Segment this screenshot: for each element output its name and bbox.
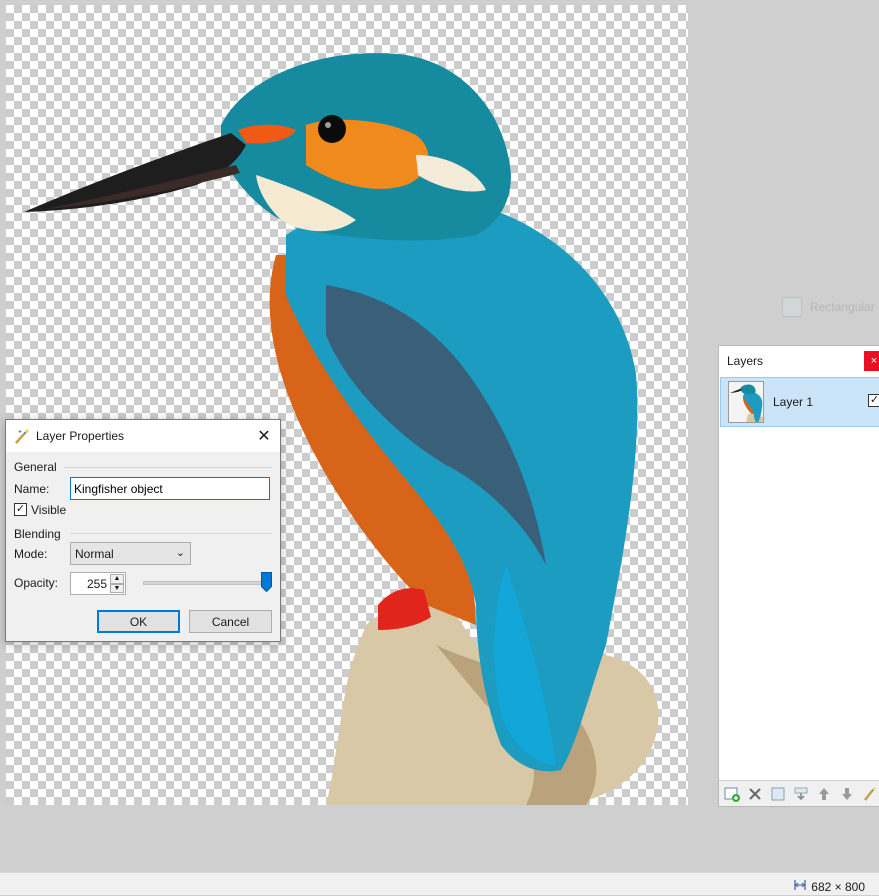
ok-button-label: OK bbox=[129, 614, 148, 629]
merge-layer-down-icon[interactable] bbox=[793, 786, 809, 802]
add-layer-icon[interactable] bbox=[724, 786, 740, 802]
layer-properties-dialog: Layer Properties ✕ General Name: ✓ Visib… bbox=[5, 419, 281, 642]
dialog-title: Layer Properties bbox=[36, 429, 125, 443]
image-size-indicator: 682 × 800 bbox=[792, 877, 865, 896]
image-size-icon bbox=[792, 877, 808, 896]
cancel-button-label: Cancel bbox=[211, 614, 250, 629]
move-layer-up-icon[interactable] bbox=[816, 786, 832, 802]
move-layer-down-icon[interactable] bbox=[839, 786, 855, 802]
dialog-close-button[interactable]: ✕ bbox=[255, 427, 273, 445]
rectangular-select-hint: Rectangular bbox=[782, 296, 879, 318]
status-bar: 682 × 800 bbox=[0, 872, 879, 895]
spin-down-icon[interactable]: ▼ bbox=[110, 583, 124, 593]
layer-name-input[interactable] bbox=[70, 477, 270, 500]
kingfisher-image bbox=[24, 53, 659, 805]
name-label: Name: bbox=[14, 482, 50, 496]
layer-visibility-checkbox[interactable]: ✓ bbox=[868, 394, 879, 407]
opacity-label: Opacity: bbox=[14, 576, 59, 590]
blending-divider bbox=[70, 533, 272, 534]
spin-up-icon[interactable]: ▲ bbox=[110, 574, 124, 584]
opacity-slider-thumb[interactable] bbox=[261, 572, 272, 593]
rectangle-select-icon bbox=[782, 297, 802, 317]
layers-panel-title: Layers bbox=[719, 346, 879, 376]
layer-thumbnail-image bbox=[729, 382, 763, 422]
layer-properties-icon[interactable] bbox=[862, 786, 878, 802]
visible-label: Visible bbox=[31, 503, 67, 517]
close-icon: ✕ bbox=[257, 428, 271, 445]
ok-button[interactable]: OK bbox=[97, 610, 180, 633]
layers-close-button[interactable]: × bbox=[864, 351, 879, 371]
opacity-spinner[interactable]: ▲ ▼ bbox=[110, 574, 124, 593]
layer-thumbnail bbox=[728, 381, 764, 423]
image-size-label: 682 × 800 bbox=[811, 879, 865, 894]
layer-row[interactable]: Layer 1 ✓ bbox=[720, 377, 879, 427]
layer-name-label: Layer 1 bbox=[773, 395, 814, 409]
opacity-slider-track[interactable] bbox=[143, 581, 266, 585]
mode-label: Mode: bbox=[14, 547, 48, 561]
layers-title-label: Layers bbox=[727, 354, 764, 368]
close-icon: × bbox=[870, 355, 878, 367]
ghost-hint-label: Rectangular bbox=[810, 300, 875, 314]
layers-panel: Layers × Layer 1 ✓ bbox=[718, 345, 879, 807]
duplicate-layer-icon[interactable] bbox=[770, 786, 786, 802]
delete-layer-icon[interactable] bbox=[747, 786, 763, 802]
blend-mode-value: Normal bbox=[75, 546, 114, 561]
magic-wand-icon bbox=[14, 428, 30, 444]
layers-toolbar bbox=[719, 780, 879, 806]
image-canvas[interactable] bbox=[6, 5, 688, 805]
general-divider bbox=[64, 467, 272, 468]
general-section-label: General bbox=[14, 460, 57, 474]
visible-checkbox[interactable]: ✓ bbox=[14, 503, 27, 516]
dialog-titlebar[interactable]: Layer Properties ✕ bbox=[6, 420, 280, 452]
blend-mode-select[interactable]: Normal ⌄ bbox=[70, 542, 191, 565]
blending-section-label: Blending bbox=[14, 527, 61, 541]
cancel-button[interactable]: Cancel bbox=[189, 610, 272, 633]
opacity-value: 255 bbox=[86, 576, 107, 591]
chevron-down-icon: ⌄ bbox=[175, 547, 185, 559]
